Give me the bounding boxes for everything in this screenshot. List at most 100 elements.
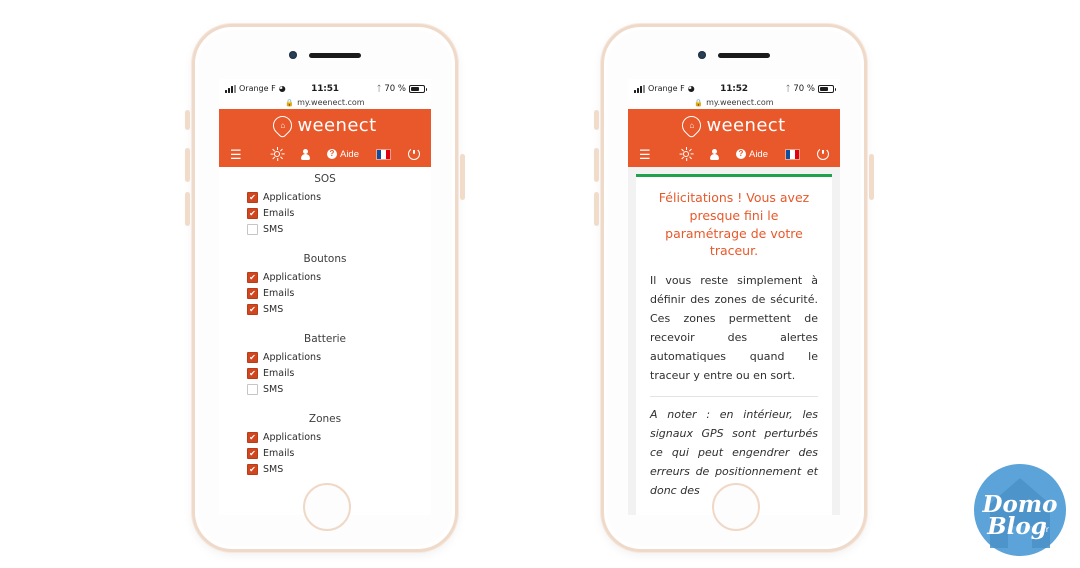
power-icon[interactable] xyxy=(817,146,829,160)
card-title: Félicitations ! Vous avez presque fini l… xyxy=(658,190,810,259)
power-button-right[interactable] xyxy=(869,154,874,200)
signal-bars-icon xyxy=(225,84,236,93)
front-camera-icon xyxy=(289,51,297,59)
checkbox-checked[interactable]: ✔ xyxy=(247,208,258,219)
congratulations-card: Félicitations ! Vous avez presque fini l… xyxy=(636,174,832,515)
volume-up-button-right[interactable] xyxy=(594,148,599,182)
option-label: SMS xyxy=(263,224,284,235)
help-button[interactable]: ? Aide xyxy=(735,148,768,160)
silent-switch-right[interactable] xyxy=(594,110,599,130)
browser-url-bar-left[interactable]: 🔒 my.weenect.com xyxy=(219,96,431,109)
option-label: Emails xyxy=(263,368,295,379)
option-row[interactable]: ✔ SMS xyxy=(219,464,431,480)
domoblog-logo-icon: Domo Blog fr xyxy=(974,464,1066,556)
option-row[interactable]: ✔ Applications xyxy=(219,352,431,368)
sun-icon[interactable] xyxy=(270,146,285,161)
checkbox-unchecked[interactable] xyxy=(247,384,258,395)
earpiece-speaker xyxy=(718,53,770,58)
checkbox-checked[interactable]: ✔ xyxy=(247,352,258,363)
checkbox-checked[interactable]: ✔ xyxy=(247,432,258,443)
status-bar-right: Orange F ◕ 11:52 ᛏ 70 % xyxy=(628,79,840,96)
brand-row-right: ⌂ weenect xyxy=(628,109,840,141)
watermark-suffix: fr xyxy=(1043,525,1050,534)
option-row[interactable]: ✔ Applications xyxy=(219,432,431,448)
option-row[interactable]: ✔ Emails xyxy=(219,368,431,384)
option-row[interactable]: ✔ Emails xyxy=(219,208,431,224)
checkbox-checked[interactable]: ✔ xyxy=(247,272,258,283)
sun-icon[interactable] xyxy=(679,146,694,161)
option-label: SMS xyxy=(263,384,284,395)
option-label: Applications xyxy=(263,432,322,443)
group-title: SOS xyxy=(314,173,336,185)
front-camera-icon xyxy=(698,51,706,59)
person-icon[interactable] xyxy=(709,148,719,160)
nav-actions-right: ? Aide xyxy=(679,146,829,161)
status-time: 11:52 xyxy=(720,83,748,94)
person-icon[interactable] xyxy=(300,148,310,160)
phone-body-right: Orange F ◕ 11:52 ᛏ 70 % 🔒 my.weenect.com xyxy=(601,24,867,552)
hamburger-menu-icon[interactable]: ☰ xyxy=(639,148,651,161)
group-title: Batterie xyxy=(303,333,347,345)
option-label: Emails xyxy=(263,448,295,459)
checkbox-checked[interactable]: ✔ xyxy=(247,304,258,315)
wifi-icon: ◕ xyxy=(687,84,695,93)
option-row[interactable]: SMS xyxy=(219,384,431,400)
checkbox-checked[interactable]: ✔ xyxy=(247,192,258,203)
option-row[interactable]: ✔ Applications xyxy=(219,272,431,288)
status-time: 11:51 xyxy=(311,83,339,94)
notification-group-boutons: Boutons ✔ Applications ✔ Emails ✔ SMS xyxy=(219,253,431,320)
option-row[interactable]: ✔ SMS xyxy=(219,304,431,320)
option-row[interactable]: SMS xyxy=(219,224,431,240)
browser-url-bar-right[interactable]: 🔒 my.weenect.com xyxy=(628,96,840,109)
status-bar-left-group: Orange F ◕ xyxy=(225,84,311,93)
checkbox-unchecked[interactable] xyxy=(247,224,258,235)
wifi-icon: ◕ xyxy=(278,84,286,93)
app-header-right: ⌂ weenect ☰ ? Aide xyxy=(628,109,840,167)
home-button-left[interactable] xyxy=(303,483,351,531)
french-flag-icon[interactable] xyxy=(785,148,800,160)
volume-down-button-right[interactable] xyxy=(594,192,599,226)
option-row[interactable]: ✔ Emails xyxy=(219,448,431,464)
notification-group-sos: SOS ✔ Applications ✔ Emails SMS xyxy=(219,173,431,240)
checkbox-checked[interactable]: ✔ xyxy=(247,368,258,379)
option-row[interactable]: ✔ Applications xyxy=(219,192,431,208)
notification-settings-page: SOS ✔ Applications ✔ Emails SMS Boutons … xyxy=(219,167,431,515)
checkbox-checked[interactable]: ✔ xyxy=(247,464,258,475)
phone-screen-right: Orange F ◕ 11:52 ᛏ 70 % 🔒 my.weenect.com xyxy=(628,79,840,515)
silent-switch-left[interactable] xyxy=(185,110,190,130)
phone-device-left: Orange F ◕ 11:51 ᛏ 70 % 🔒 my.weenect.com xyxy=(185,24,465,552)
status-bar-right-group: ᛏ 70 % xyxy=(339,84,427,94)
url-text: my.weenect.com xyxy=(297,98,365,107)
notification-groups: SOS ✔ Applications ✔ Emails SMS Boutons … xyxy=(219,167,431,480)
notification-group-batterie: Batterie ✔ Applications ✔ Emails SMS xyxy=(219,333,431,400)
nav-actions-left: ? Aide xyxy=(270,146,420,161)
battery-icon xyxy=(818,84,836,93)
brand-row-left: ⌂ weenect xyxy=(219,109,431,141)
french-flag-icon[interactable] xyxy=(376,148,391,160)
checkbox-checked[interactable]: ✔ xyxy=(247,288,258,299)
status-bar-left-group: Orange F ◕ xyxy=(634,84,720,93)
power-button-left[interactable] xyxy=(460,154,465,200)
option-label: Applications xyxy=(263,352,322,363)
option-label: Applications xyxy=(263,272,322,283)
option-label: Applications xyxy=(263,192,322,203)
nav-bar-right: ☰ ? Aide xyxy=(628,141,840,167)
home-button-right[interactable] xyxy=(712,483,760,531)
option-label: SMS xyxy=(263,464,284,475)
lock-icon: 🔒 xyxy=(285,98,295,107)
brand-name: weenect xyxy=(706,114,786,136)
option-label: Emails xyxy=(263,208,295,219)
volume-up-button-left[interactable] xyxy=(185,148,190,182)
lock-icon: 🔒 xyxy=(694,98,704,107)
card-body-text: Il vous reste simplement à définir des z… xyxy=(650,274,818,382)
hamburger-menu-icon[interactable]: ☰ xyxy=(230,148,242,161)
card-divider xyxy=(650,396,818,398)
phone-body-left: Orange F ◕ 11:51 ᛏ 70 % 🔒 my.weenect.com xyxy=(192,24,458,552)
help-button[interactable]: ? Aide xyxy=(326,149,359,160)
option-row[interactable]: ✔ Emails xyxy=(219,288,431,304)
checkbox-checked[interactable]: ✔ xyxy=(247,448,258,459)
carrier-label: Orange F xyxy=(648,84,685,93)
volume-down-button-left[interactable] xyxy=(185,192,190,226)
help-label: Aide xyxy=(748,148,768,160)
power-icon[interactable] xyxy=(408,146,420,160)
